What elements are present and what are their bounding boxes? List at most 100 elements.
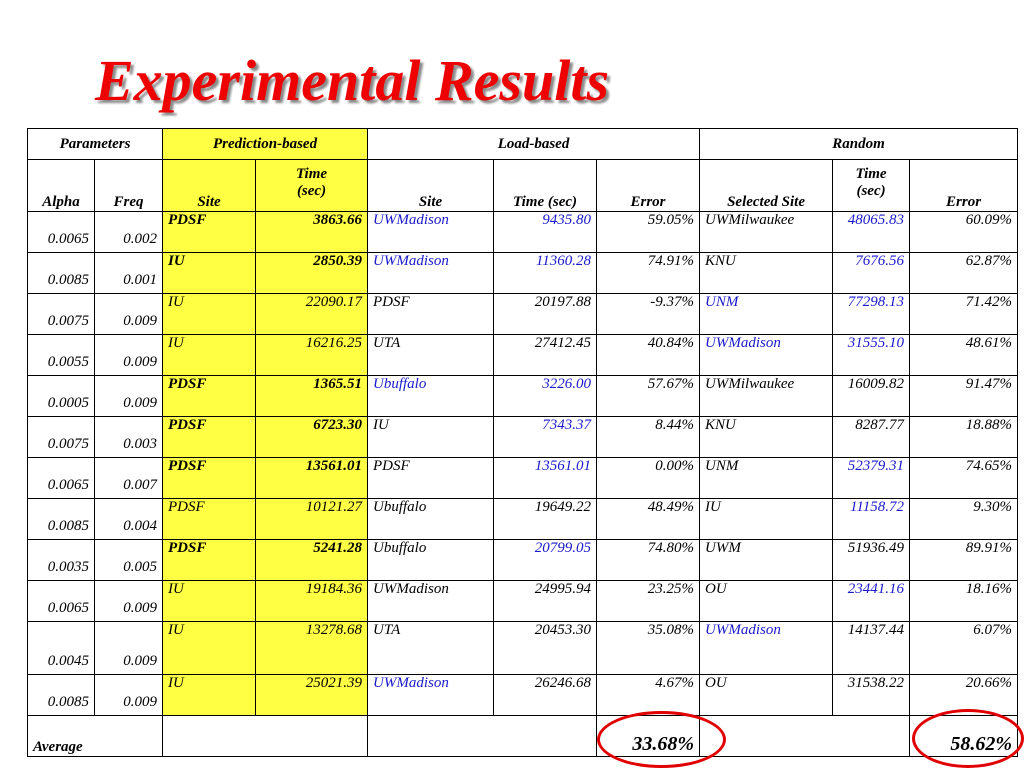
- cell-load-error: 23.25%: [596, 580, 701, 622]
- cell-pred-time: 13278.68: [255, 621, 369, 675]
- table-row: 0.0075 0.003 PDSF 6723.30 IU 7343.37 8.44% KNU 8…: [27, 416, 1019, 458]
- data-rows: 0.0065 0.002 PDSF 3863.66 UWMadison 9435.80 59…: [27, 211, 1019, 716]
- cell-load-error: 48.49%: [596, 498, 701, 540]
- cell-pred-time: 6723.30: [255, 416, 369, 458]
- table-row: 0.0085 0.001 IU 2850.39 UWMadison 11360.28 74.…: [27, 252, 1019, 294]
- cell-pred-time: 5241.28: [255, 539, 369, 581]
- cell-load-site: Ubuffalo: [367, 498, 495, 540]
- cell-rand-time: 48065.83: [832, 211, 911, 253]
- header-prediction-based: Prediction-based: [162, 128, 369, 160]
- header-row-columns: Alpha Freq Site Time (sec) Site Time (sec…: [27, 159, 1019, 212]
- header-pred-site: Site: [162, 159, 257, 212]
- cell-freq: 0.009: [93, 674, 164, 716]
- cell-load-time: 20197.88: [493, 293, 598, 335]
- cell-alpha: 0.0075: [27, 293, 95, 335]
- average-pred-empty: [162, 715, 369, 757]
- table-row: 0.0035 0.005 PDSF 5241.28 Ubuffalo 20799.05 74…: [27, 539, 1019, 581]
- cell-freq: 0.003: [93, 416, 164, 458]
- cell-rand-site: UWM: [699, 539, 834, 581]
- cell-rand-site: UWMilwaukee: [699, 375, 834, 417]
- cell-pred-time: 2850.39: [255, 252, 369, 294]
- cell-freq: 0.004: [93, 498, 164, 540]
- cell-load-error: 4.67%: [596, 674, 701, 716]
- cell-load-site: Ubuffalo: [367, 539, 495, 581]
- cell-load-time: 19649.22: [493, 498, 598, 540]
- header-random: Random: [699, 128, 1019, 160]
- average-label: Average: [26, 715, 164, 757]
- cell-pred-time: 1365.51: [255, 375, 369, 417]
- cell-freq: 0.009: [93, 621, 164, 675]
- cell-alpha: 0.0075: [27, 416, 95, 458]
- cell-pred-site: PDSF: [162, 498, 257, 540]
- header-load-site: Site: [367, 159, 495, 212]
- cell-pred-site: IU: [162, 674, 257, 716]
- cell-load-site: Ubuffalo: [367, 375, 495, 417]
- cell-pred-site: PDSF: [162, 457, 257, 499]
- cell-pred-site: PDSF: [162, 416, 257, 458]
- cell-freq: 0.009: [93, 375, 164, 417]
- cell-load-time: 11360.28: [493, 252, 598, 294]
- cell-load-time: 27412.45: [493, 334, 598, 376]
- cell-rand-error: 89.91%: [909, 539, 1019, 581]
- cell-rand-time: 7676.56: [832, 252, 911, 294]
- results-table: Parameters Prediction-based Load-based R…: [26, 128, 1019, 757]
- cell-rand-error: 48.61%: [909, 334, 1019, 376]
- cell-load-time: 13561.01: [493, 457, 598, 499]
- cell-rand-site: OU: [699, 674, 834, 716]
- cell-alpha: 0.0085: [27, 252, 95, 294]
- cell-pred-site: IU: [162, 580, 257, 622]
- cell-freq: 0.002: [93, 211, 164, 253]
- cell-rand-time: 51936.49: [832, 539, 911, 581]
- header-selected-site: Selected Site: [699, 159, 834, 212]
- cell-rand-error: 74.65%: [909, 457, 1019, 499]
- table-row: 0.0065 0.009 IU 19184.36 UWMadison 24995.94 23…: [27, 580, 1019, 622]
- cell-alpha: 0.0035: [27, 539, 95, 581]
- cell-load-error: 35.08%: [596, 621, 701, 675]
- cell-load-time: 20799.05: [493, 539, 598, 581]
- average-row: Average 33.68% 58.62%: [26, 715, 1019, 757]
- cell-pred-time: 13561.01: [255, 457, 369, 499]
- table-row: 0.0065 0.002 PDSF 3863.66 UWMadison 9435.80 59…: [27, 211, 1019, 253]
- table-row: 0.0075 0.009 IU 22090.17 PDSF 20197.88 -9.37% U…: [27, 293, 1019, 335]
- header-parameters: Parameters: [26, 128, 164, 160]
- cell-rand-error: 91.47%: [909, 375, 1019, 417]
- cell-rand-time: 14137.44: [832, 621, 911, 675]
- cell-freq: 0.001: [93, 252, 164, 294]
- cell-alpha: 0.0085: [27, 674, 95, 716]
- cell-rand-site: OU: [699, 580, 834, 622]
- cell-rand-error: 6.07%: [909, 621, 1019, 675]
- cell-load-time: 7343.37: [493, 416, 598, 458]
- cell-pred-site: IU: [162, 252, 257, 294]
- cell-rand-site: KNU: [699, 252, 834, 294]
- cell-pred-site: IU: [162, 293, 257, 335]
- cell-load-site: UTA: [367, 621, 495, 675]
- cell-load-site: UWMadison: [367, 674, 495, 716]
- cell-load-error: -9.37%: [596, 293, 701, 335]
- cell-load-site: UWMadison: [367, 580, 495, 622]
- header-pred-time-line1: Time: [295, 166, 328, 182]
- cell-pred-site: IU: [162, 621, 257, 675]
- table-row: 0.0065 0.007 PDSF 13561.01 PDSF 13561.01 0.00%…: [27, 457, 1019, 499]
- cell-rand-error: 62.87%: [909, 252, 1019, 294]
- cell-freq: 0.009: [93, 334, 164, 376]
- cell-rand-site: IU: [699, 498, 834, 540]
- cell-rand-error: 9.30%: [909, 498, 1019, 540]
- highlight-circle-random-average: [912, 709, 1024, 768]
- cell-rand-time: 23441.16: [832, 580, 911, 622]
- cell-load-error: 40.84%: [596, 334, 701, 376]
- cell-pred-time: 25021.39: [255, 674, 369, 716]
- cell-pred-site: PDSF: [162, 211, 257, 253]
- cell-rand-error: 60.09%: [909, 211, 1019, 253]
- cell-alpha: 0.0045: [27, 621, 95, 675]
- table-row: 0.0055 0.009 IU 16216.25 UTA 27412.45 40.84% UW…: [27, 334, 1019, 376]
- cell-load-error: 0.00%: [596, 457, 701, 499]
- cell-load-site: UWMadison: [367, 252, 495, 294]
- table-row: 0.0085 0.009 IU 25021.39 UWMadison 26246.68 4.…: [27, 674, 1019, 716]
- cell-alpha: 0.0005: [27, 375, 95, 417]
- cell-freq: 0.007: [93, 457, 164, 499]
- cell-pred-time: 19184.36: [255, 580, 369, 622]
- cell-load-error: 74.91%: [596, 252, 701, 294]
- cell-pred-time: 10121.27: [255, 498, 369, 540]
- header-rand-time: Time (sec): [832, 159, 911, 212]
- cell-rand-time: 31555.10: [832, 334, 911, 376]
